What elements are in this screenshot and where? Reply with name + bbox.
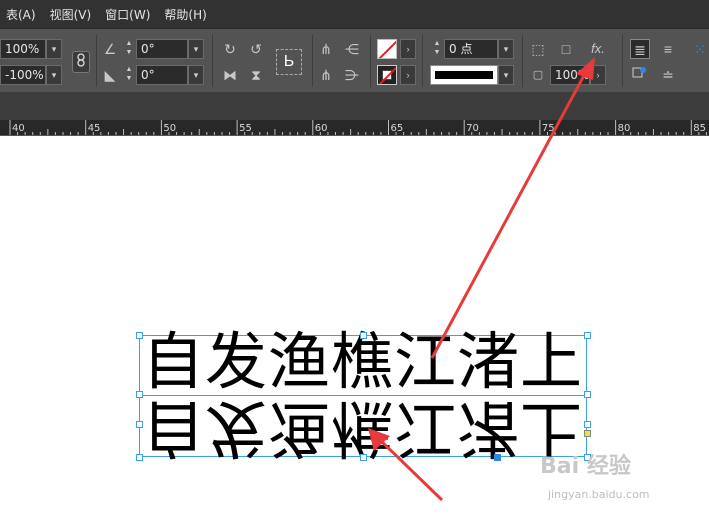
arrow-head-fx	[576, 57, 595, 80]
annotation-arrows	[368, 57, 595, 502]
watermark-url: jingyan.baidu.com	[548, 488, 650, 501]
arrow-to-fx	[430, 67, 590, 359]
watermark-logo: Bai 经验	[540, 454, 631, 479]
baidu-watermark: Bai 经验 jingyan.baidu.com	[540, 448, 705, 518]
arrow-to-text	[376, 436, 444, 502]
